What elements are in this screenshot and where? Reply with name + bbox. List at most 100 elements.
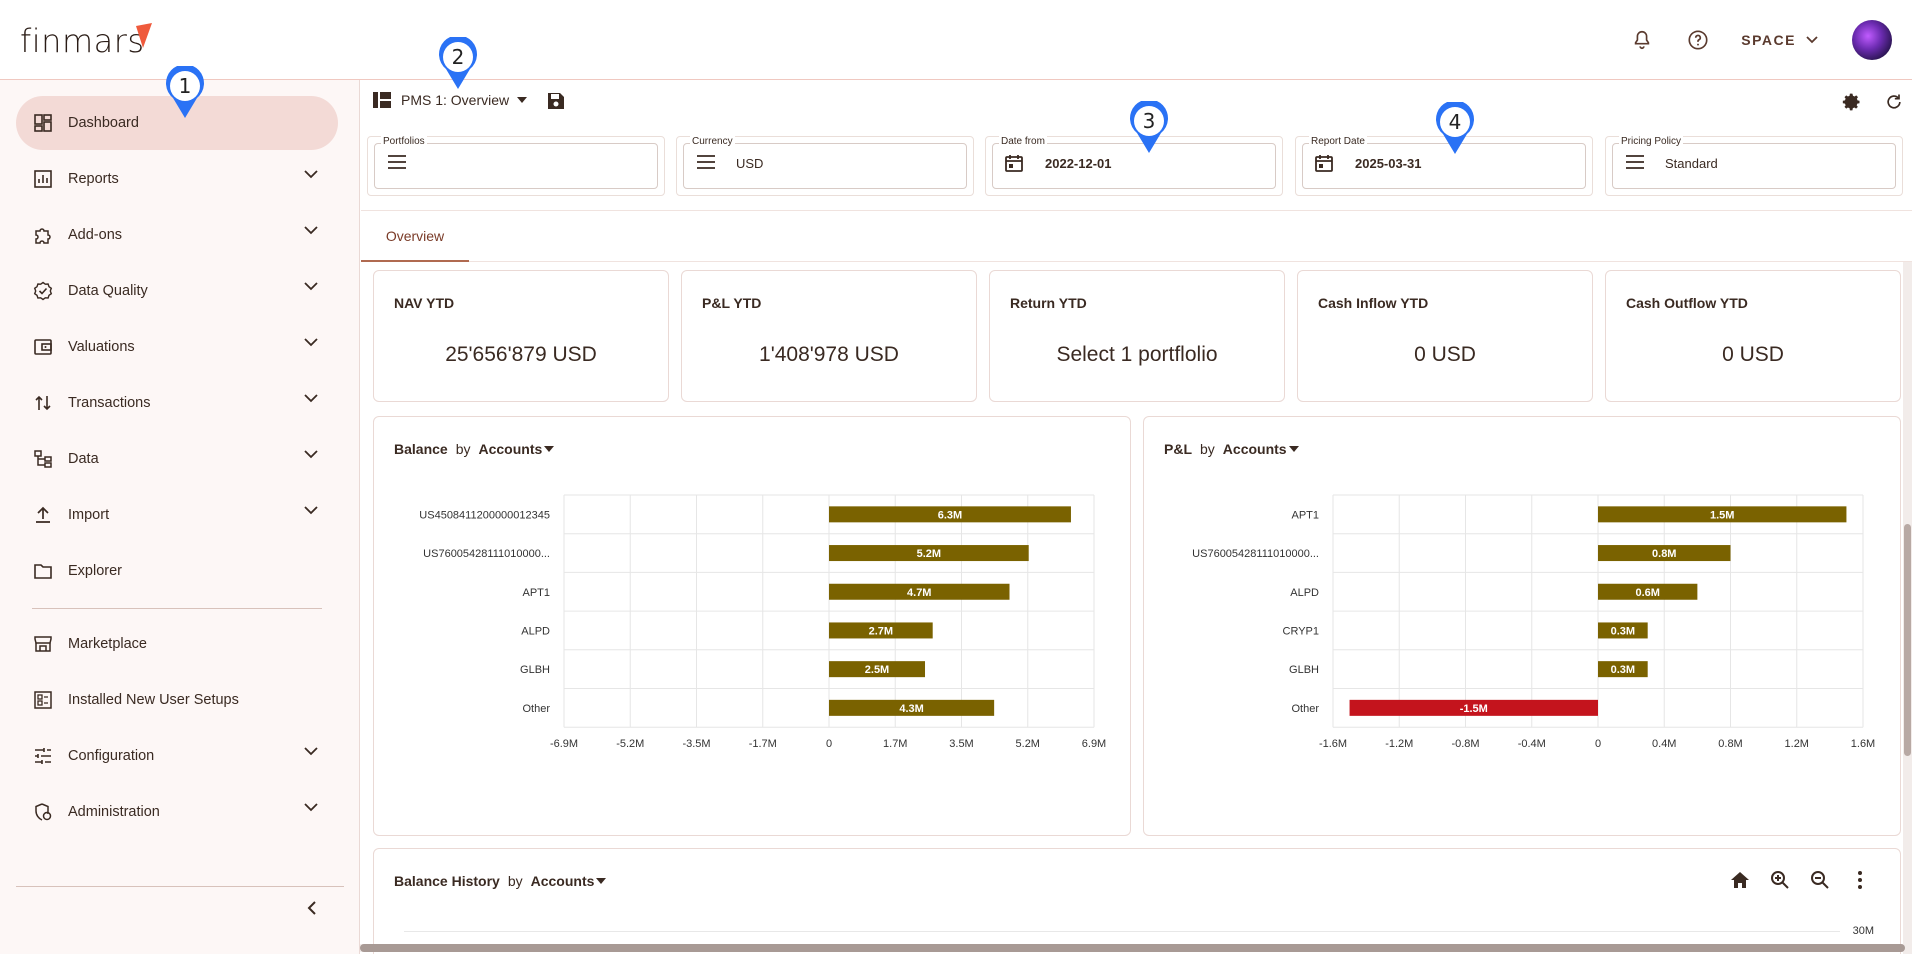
notifications-bell-icon[interactable] xyxy=(1629,27,1655,53)
refresh-button[interactable] xyxy=(1884,92,1904,117)
sidebar-item-installed-setups[interactable]: Installed New User Setups xyxy=(16,673,338,727)
sidebar-item-label: Marketplace xyxy=(68,636,147,652)
kpi-title: Cash Inflow YTD xyxy=(1318,295,1429,311)
data-label: 0.6M xyxy=(1635,587,1659,599)
tab-overview[interactable]: Overview xyxy=(361,211,469,262)
data-label: 4.7M xyxy=(907,587,931,599)
collapse-sidebar-button[interactable] xyxy=(300,896,324,920)
category-label: US4508411200000012345 xyxy=(419,509,550,521)
kpi-title: Return YTD xyxy=(1010,295,1087,311)
scrollbar-thumb[interactable] xyxy=(1904,524,1911,756)
category-label: Other xyxy=(1291,703,1319,715)
kpi-value: 25'656'879 USD xyxy=(445,343,597,366)
reset-zoom-button[interactable] xyxy=(1720,867,1760,893)
sidebar-item-label: Import xyxy=(68,507,110,523)
sidebar-item-configuration[interactable]: Configuration xyxy=(16,729,338,783)
data-label: -1.5M xyxy=(1460,703,1488,715)
user-avatar[interactable] xyxy=(1852,20,1892,60)
kpi-card-nav-ytd: NAV YTD 25'656'879 USD xyxy=(373,270,669,402)
help-icon[interactable] xyxy=(1685,27,1711,53)
vertical-scrollbar[interactable] xyxy=(1903,262,1912,954)
portfolios-filter[interactable]: Portfolios xyxy=(367,136,665,196)
more-vertical-icon xyxy=(1858,871,1862,889)
marker-label: 1 xyxy=(179,74,192,98)
top-actions: SPACE xyxy=(1629,18,1912,62)
sidebar-item-transactions[interactable]: Transactions xyxy=(16,376,338,430)
x-tick-label: -0.8M xyxy=(1451,738,1479,750)
category-label: US76005428111010000... xyxy=(1192,548,1319,560)
balance-history-title: Balance History by Accounts xyxy=(394,873,607,889)
sidebar-item-label: Installed New User Setups xyxy=(68,692,239,708)
sidebar-item-label: Data Quality xyxy=(68,283,148,299)
settings-button[interactable] xyxy=(1842,92,1862,117)
x-tick-label: -6.9M xyxy=(550,738,578,750)
horizontal-scrollbar[interactable] xyxy=(360,944,1912,952)
wallet-icon xyxy=(32,336,54,358)
zoom-out-button[interactable] xyxy=(1800,867,1840,893)
category-label: Other xyxy=(522,703,550,715)
pricing-policy-label: Pricing Policy xyxy=(1619,136,1684,147)
caret-down-icon xyxy=(596,878,607,884)
puzzle-icon xyxy=(32,224,54,246)
x-tick-label: -3.5M xyxy=(682,738,710,750)
panel-by: by xyxy=(507,873,523,889)
data-label: 6.3M xyxy=(938,509,962,521)
layout-selector[interactable]: PMS 1: Overview xyxy=(373,92,528,108)
sidebar-item-label: Reports xyxy=(68,171,119,187)
save-icon xyxy=(548,93,564,109)
zoom-in-icon xyxy=(1771,871,1789,889)
sidebar-item-label: Data xyxy=(68,451,99,467)
category-label: ALPD xyxy=(1290,587,1319,599)
sidebar-item-administration[interactable]: Administration xyxy=(16,785,338,839)
save-layout-button[interactable] xyxy=(547,92,565,115)
chevron-down-icon xyxy=(304,282,318,291)
data-label: 0.8M xyxy=(1652,548,1676,560)
data-label: 5.2M xyxy=(917,548,941,560)
sidebar-item-data[interactable]: Data xyxy=(16,432,338,486)
marker-label: 4 xyxy=(1449,110,1462,134)
caret-down-icon xyxy=(517,97,528,103)
sidebar-item-label: Transactions xyxy=(68,395,151,411)
x-tick-label: 1.7M xyxy=(883,738,907,750)
data-label: 2.7M xyxy=(869,625,893,637)
finmars-logo[interactable]: finmars xyxy=(20,22,145,60)
category-label: GLBH xyxy=(520,664,550,676)
pricing-policy-filter[interactable]: Pricing Policy Standard xyxy=(1605,136,1903,196)
x-tick-label: -1.7M xyxy=(749,738,777,750)
report-date-label: Report Date xyxy=(1309,136,1367,147)
sidebar-item-reports[interactable]: Reports xyxy=(16,152,338,206)
data-label: 0.3M xyxy=(1611,625,1635,637)
annotation-marker-1: 1 xyxy=(166,66,204,118)
x-tick-label: 1.6M xyxy=(1851,738,1875,750)
kpi-title: Cash Outflow YTD xyxy=(1626,295,1748,311)
chart-menu-button[interactable] xyxy=(1840,867,1880,893)
chevron-down-icon xyxy=(304,170,318,179)
marker-label: 2 xyxy=(452,45,465,69)
data-label: 2.5M xyxy=(865,664,889,676)
group-by-selector[interactable]: Accounts xyxy=(531,873,595,889)
data-label: 0.3M xyxy=(1611,664,1635,676)
scrollbar-thumb[interactable] xyxy=(360,944,1905,952)
sidebar-item-data-quality[interactable]: Data Quality xyxy=(16,264,338,318)
chevron-down-icon xyxy=(304,394,318,403)
sidebar-footer-divider xyxy=(16,886,344,887)
sidebar-divider xyxy=(32,608,322,609)
date-from-value: 2022-12-01 xyxy=(1045,156,1112,171)
zoom-in-button[interactable] xyxy=(1760,867,1800,893)
sidebar-item-label: Dashboard xyxy=(68,115,139,131)
space-selector[interactable]: SPACE xyxy=(1741,32,1818,48)
sidebar-item-label: Administration xyxy=(68,804,160,820)
currency-filter[interactable]: Currency USD xyxy=(676,136,974,196)
x-tick-label: -0.4M xyxy=(1518,738,1546,750)
sidebar-item-valuations[interactable]: Valuations xyxy=(16,320,338,374)
sidebar-item-add-ons[interactable]: Add-ons xyxy=(16,208,338,262)
portfolios-label: Portfolios xyxy=(381,136,427,147)
kpi-value: 0 USD xyxy=(1414,343,1476,366)
balance-history-panel: Balance History by Accounts 30M xyxy=(373,848,1901,954)
kpi-value: Select 1 portflolio xyxy=(1056,343,1218,366)
category-label: ALPD xyxy=(521,625,550,637)
home-icon xyxy=(1731,872,1749,888)
sidebar-item-marketplace[interactable]: Marketplace xyxy=(16,617,338,671)
sidebar-item-import[interactable]: Import xyxy=(16,488,338,542)
sidebar-item-explorer[interactable]: Explorer xyxy=(16,544,338,598)
